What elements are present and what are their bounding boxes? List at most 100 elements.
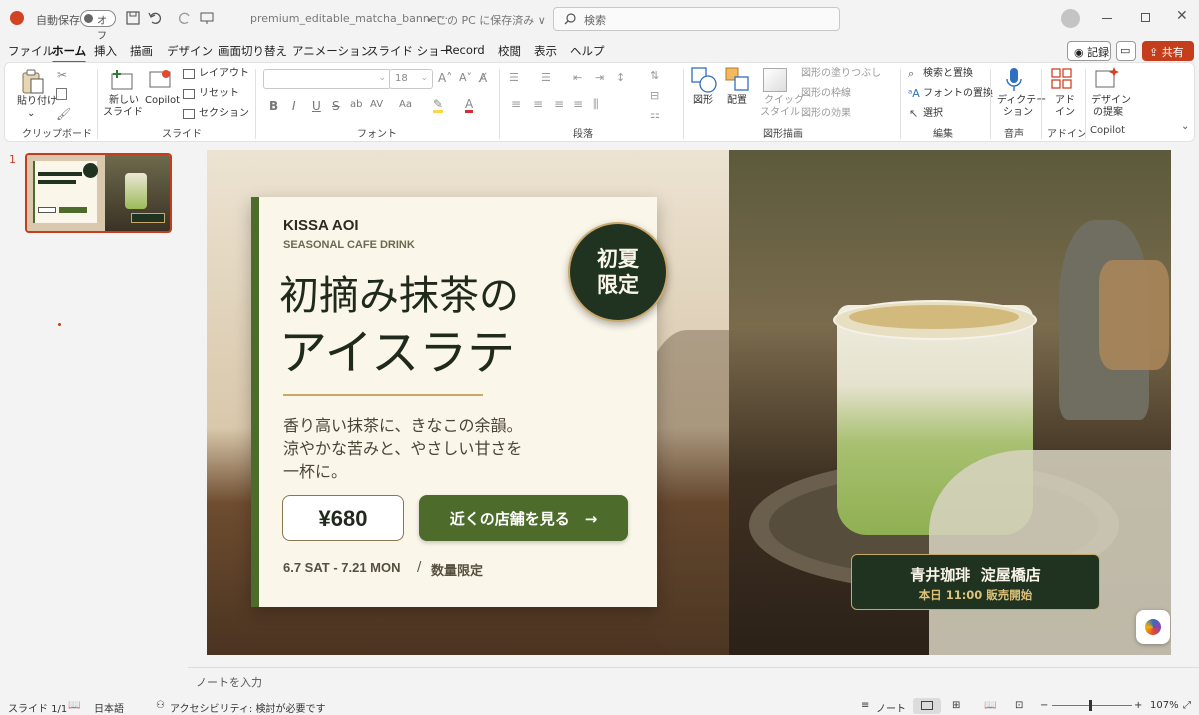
addins-label-2[interactable]: イン [1055,107,1075,119]
design-ideas-label-1[interactable]: デザイン [1091,95,1131,107]
numbering-icon[interactable]: ☰ [541,71,551,84]
align-left-icon[interactable]: ≡ [511,97,521,111]
shapes-icon[interactable] [691,67,717,93]
find-store-button[interactable]: 近くの店舗を見る → [419,495,628,541]
quick-style-label-2[interactable]: スタイル [760,107,800,119]
reset-icon[interactable] [183,89,195,99]
zoom-out-icon[interactable]: − [1040,700,1048,711]
record-button[interactable]: ◉ 記録 [1067,41,1111,61]
addins-label-1[interactable]: アド [1055,95,1075,107]
reset-button[interactable]: リセット [199,88,239,100]
tab-record[interactable]: Record [445,43,485,57]
font-color-icon[interactable]: A [465,98,474,113]
strikethrough-button[interactable]: S [332,99,340,113]
tab-slideshow[interactable]: スライド ショー [367,43,451,59]
shape-fill-button[interactable]: 図形の塗りつぶし [801,68,881,80]
notes-toggle[interactable]: ノート [876,700,906,715]
align-right-icon[interactable]: ≡ [554,97,564,111]
justify-icon[interactable]: ≡ [573,97,583,111]
layout-button[interactable]: レイアウト [199,68,249,80]
reading-view-icon[interactable]: 📖 [984,700,996,711]
copilot-slide-icon[interactable] [149,69,173,91]
zoom-slider[interactable] [1052,705,1132,706]
undo-icon[interactable] [148,11,162,25]
save-icon[interactable] [126,11,140,25]
bullets-icon[interactable]: ☰ [509,71,519,84]
redo-icon[interactable] [178,11,192,25]
section-button[interactable]: セクション [199,108,249,120]
align-text-icon[interactable]: ⊟ [650,89,659,102]
font-size-select[interactable]: 18 ⌄ [389,69,433,89]
bold-button[interactable]: B [269,99,278,113]
minimize-icon[interactable] [1102,18,1112,19]
text-direction-icon[interactable]: ⇅ [650,69,659,82]
cut-icon[interactable]: ✂ [57,68,67,82]
notes-placeholder[interactable]: ノートを入力 [196,674,262,690]
tab-review[interactable]: 校閲 [498,43,521,59]
tab-help[interactable]: ヘルプ [570,43,605,59]
quick-styles-icon[interactable] [763,68,787,92]
copilot-floating-button[interactable] [1136,610,1170,644]
design-ideas-label-2[interactable]: の提案 [1093,107,1123,119]
align-center-icon[interactable]: ≡ [533,97,543,111]
tab-draw[interactable]: 描画 [130,43,153,59]
char-spacing-button[interactable]: AV [370,99,383,110]
tab-design[interactable]: デザイン [167,43,213,59]
copy-icon[interactable] [56,88,67,100]
arrange-icon[interactable] [725,67,751,93]
dictation-label-2[interactable]: ション [1003,107,1033,119]
search-input[interactable]: 検索 [553,7,840,31]
find-replace-button[interactable]: 検索と置換 [923,68,973,80]
language-indicator[interactable]: 日本語 [94,700,124,715]
clear-format-icon[interactable]: A̸ [479,71,487,85]
quick-style-label-1[interactable]: クイック [764,95,804,107]
find-icon[interactable]: ⌕ [908,67,914,81]
layout-icon[interactable] [183,69,195,79]
replace-font-button[interactable]: フォントの置換 [923,88,993,100]
paste-icon[interactable] [21,69,45,95]
present-icon[interactable] [200,11,214,25]
addins-icon[interactable] [1051,68,1073,90]
section-icon[interactable] [183,109,195,119]
new-slide-icon[interactable] [111,69,135,91]
zoom-slider-thumb[interactable] [1089,700,1092,711]
underline-button[interactable]: U [312,99,321,113]
save-location[interactable]: • この PC に保存済み ∨ [426,12,546,28]
select-icon[interactable]: ↖ [909,107,918,120]
comments-icon[interactable]: ▭ [1116,41,1136,61]
tab-animations[interactable]: アニメーション [292,43,372,59]
zoom-in-icon[interactable]: + [1134,700,1142,711]
highlight-icon[interactable]: ✎ [433,98,444,113]
accessibility-icon[interactable]: ⚇ [156,700,165,711]
increase-indent-icon[interactable]: ⇥ [595,71,604,84]
text-shadow-button[interactable]: ab [350,99,362,110]
italic-button[interactable]: I [292,99,296,113]
paste-label[interactable]: 貼り付け [17,96,57,108]
dictation-label-1[interactable]: ディクテー [997,95,1046,107]
columns-icon[interactable]: ⫼ [593,97,599,112]
decrease-font-icon[interactable]: A˅ [459,71,472,84]
microphone-icon[interactable] [1006,67,1022,93]
notes-toggle-icon[interactable]: ≡ [861,700,869,711]
replace-font-icon[interactable]: ᵃA [908,87,920,100]
format-painter-icon[interactable]: 🖌 [56,107,71,121]
account-avatar[interactable] [1061,9,1080,28]
change-case-button[interactable]: Aa [399,99,412,110]
new-slide-label-1[interactable]: 新しい [109,95,139,107]
tab-file[interactable]: ファイル [8,43,54,59]
tab-insert[interactable]: 挿入 [94,43,117,59]
restore-icon[interactable] [1141,13,1150,22]
increase-font-icon[interactable]: A˄ [438,71,452,85]
designer-icon[interactable] [1095,67,1119,91]
spellcheck-icon[interactable]: 📖 [68,700,80,711]
zoom-level[interactable]: 107% [1150,700,1179,711]
line-spacing-icon[interactable]: ↕ [616,71,625,84]
slideshow-view-icon[interactable]: ⊡ [1015,700,1023,711]
shape-outline-button[interactable]: 図形の枠線 [801,88,851,100]
share-button[interactable]: ⇪ 共有 [1142,41,1194,61]
select-button[interactable]: 選択 [923,108,943,120]
tab-home[interactable]: ホーム [52,43,87,64]
slide-thumbnail[interactable] [25,153,172,233]
autosave-toggle[interactable]: オフ [80,10,116,42]
close-icon[interactable]: ✕ [1176,8,1188,24]
